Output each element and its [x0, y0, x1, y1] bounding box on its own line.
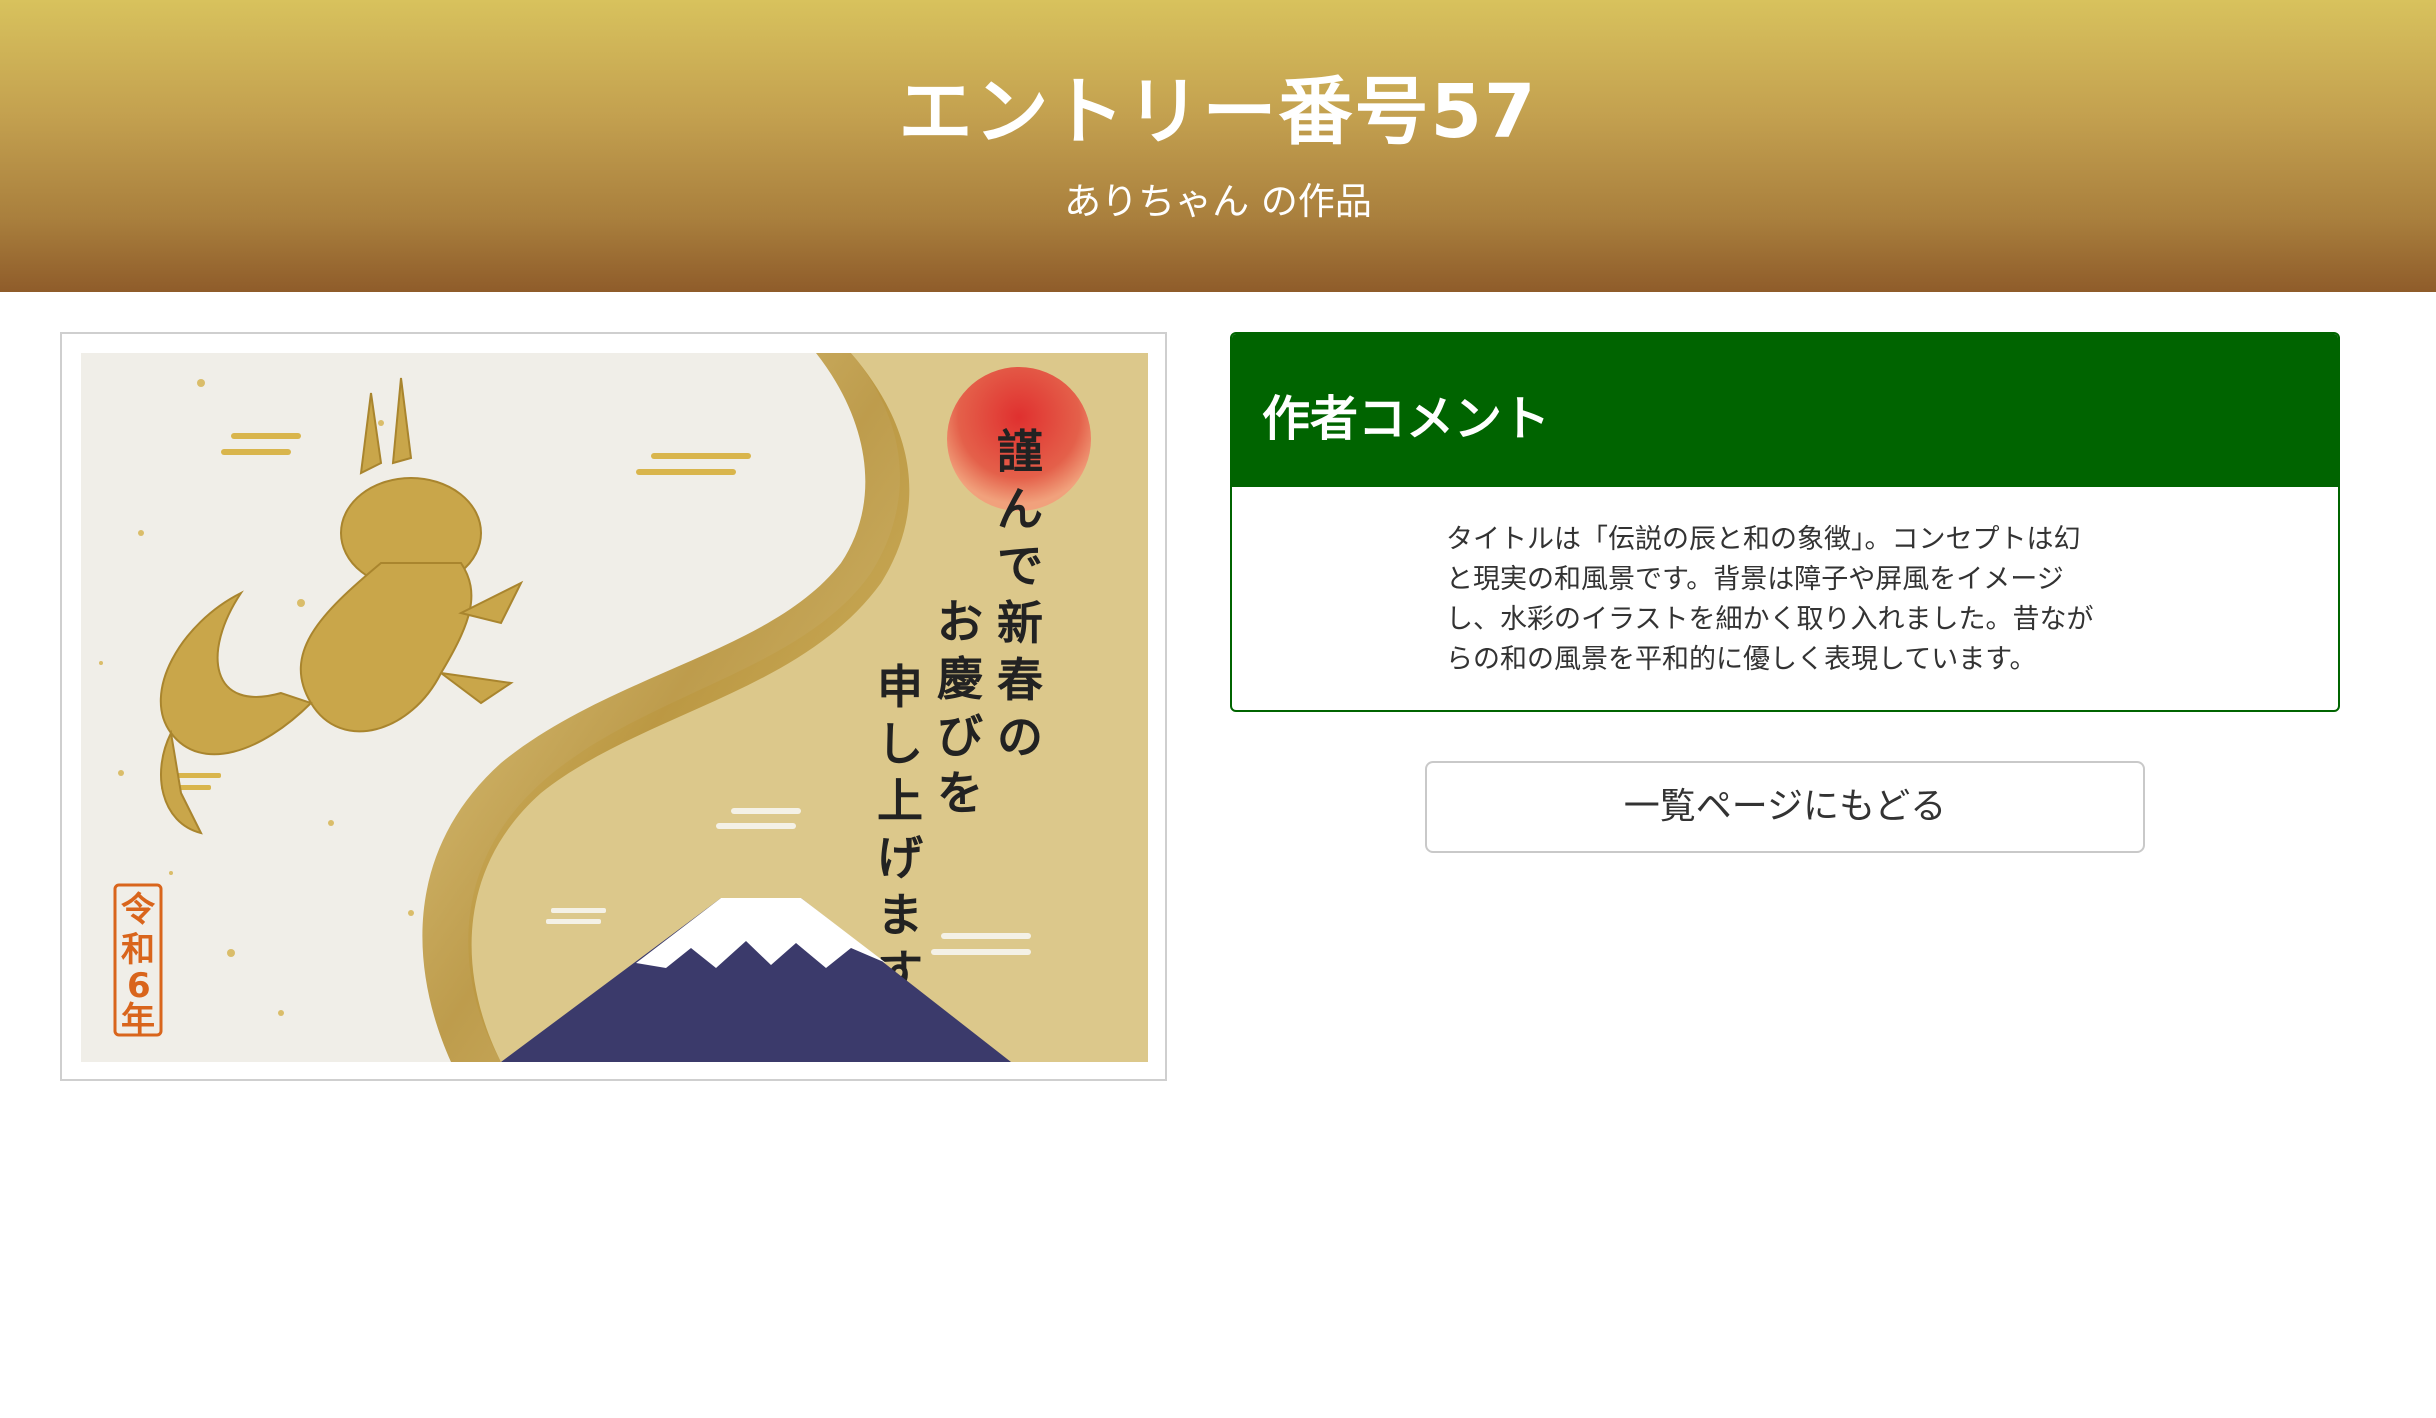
svg-text:慶: 慶	[937, 652, 983, 706]
page-title: エントリー番号57	[898, 69, 1538, 155]
svg-text:お: お	[937, 595, 983, 649]
svg-text:上: 上	[877, 774, 923, 828]
svg-text:申: 申	[877, 660, 923, 714]
svg-text:謹: 謹	[997, 425, 1043, 479]
svg-text:令: 令	[121, 890, 156, 930]
artwork-frame: 謹 ん で 新 春 の お 慶 び を 申 し 上 げ ま す 令 和 6 年	[60, 332, 1167, 1081]
comment-line: と現実の和風景です。背景は障子や屏風をイメージ	[1446, 564, 2064, 595]
back-to-list-button[interactable]: 一覧ページにもどる	[1425, 761, 2145, 853]
author-comment-panel: 作者コメント タイトルは「伝説の辰と和の象徴」。コンセプトは幻 と現実の和風景で…	[1230, 332, 2340, 712]
svg-text:新: 新	[997, 596, 1043, 650]
svg-text:び: び	[937, 709, 983, 763]
svg-text:し: し	[877, 717, 923, 771]
comment-text: タイトルは「伝説の辰と和の象徴」。コンセプトは幻 と現実の和風景です。背景は障子…	[1446, 520, 2126, 680]
svg-text:で: で	[997, 539, 1043, 593]
comment-line: タイトルは「伝説の辰と和の象徴」。コンセプトは幻	[1446, 524, 2081, 555]
svg-text:春: 春	[997, 653, 1043, 707]
svg-text:ん: ん	[997, 482, 1043, 536]
svg-text:を: を	[937, 766, 983, 820]
svg-text:和: 和	[121, 930, 155, 970]
comment-heading: 作者コメント	[1232, 334, 2338, 487]
svg-text:げ: げ	[877, 831, 923, 885]
comment-line: し、水彩のイラストを細かく取り入れました。昔なが	[1446, 604, 2094, 635]
svg-text:年: 年	[121, 1000, 155, 1040]
page-header: エントリー番号57 ありちゃん の作品	[0, 0, 2436, 292]
comment-line: らの和の風景を平和的に優しく表現しています。	[1446, 644, 2037, 675]
artwork-image: 謹 ん で 新 春 の お 慶 び を 申 し 上 げ ま す 令 和 6 年	[81, 353, 1148, 1062]
year-stamp-text: 令 和 6 年	[121, 890, 156, 1040]
svg-text:の: の	[997, 710, 1043, 764]
author-subtitle: ありちゃん の作品	[1064, 180, 1372, 223]
svg-text:ま: ま	[877, 888, 923, 942]
